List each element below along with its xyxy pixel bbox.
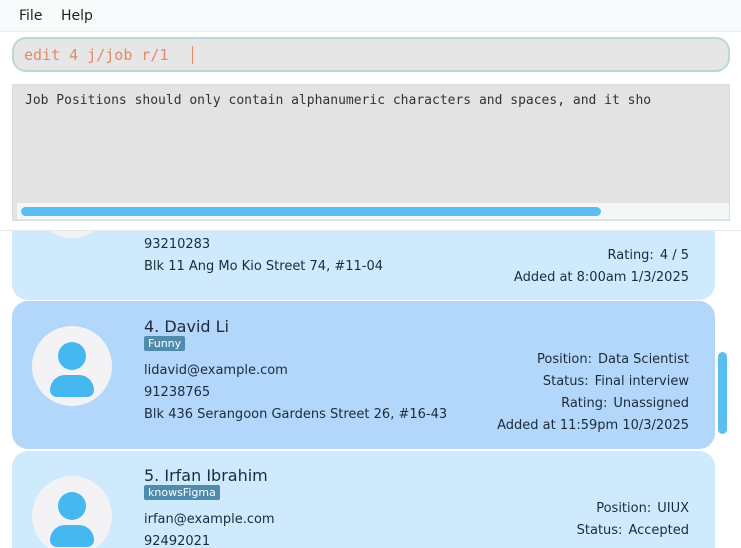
person-status: Status: Accepted — [577, 523, 689, 538]
person-address: Blk 11 Ang Mo Kio Street 74, #11-04 — [144, 259, 384, 274]
position-label: Position: — [596, 501, 652, 516]
person-tag: knowsFigma — [144, 485, 220, 500]
menu-bar: File Help — [0, 0, 741, 32]
command-input[interactable] — [24, 45, 714, 65]
person-rating: Rating: 4 / 5 — [608, 248, 689, 263]
person-tag: Funny — [144, 336, 186, 351]
position-value: Data Scientist — [598, 352, 689, 367]
rating-value: Unassigned — [613, 396, 689, 411]
person-added: Added at 11:59pm 10/3/2025 — [497, 418, 689, 433]
person-email: irfan@example.com — [144, 512, 275, 527]
person-address: Blk 436 Serangoon Gardens Street 26, #16… — [144, 407, 448, 422]
text-caret — [192, 46, 193, 64]
avatar — [32, 231, 112, 238]
result-scroll-thumb[interactable] — [21, 207, 601, 216]
person-status: Status: Final interview — [543, 374, 689, 389]
person-card[interactable]: 93210283 Blk 11 Ang Mo Kio Street 74, #1… — [12, 231, 715, 300]
person-avatar-icon — [58, 492, 86, 520]
status-label: Status: — [542, 374, 589, 389]
person-added: Added at 8:00am 1/3/2025 — [513, 270, 689, 285]
menu-file[interactable]: File — [19, 8, 42, 24]
person-name: 4. David Li — [144, 317, 229, 336]
person-phone: 93210283 — [144, 237, 211, 252]
person-avatar-icon — [58, 342, 86, 370]
person-list: 93210283 Blk 11 Ang Mo Kio Street 74, #1… — [0, 230, 741, 548]
rating-label: Rating: — [561, 396, 608, 411]
position-label: Position: — [537, 352, 592, 367]
status-label: Status: — [576, 523, 623, 538]
menu-help[interactable]: Help — [61, 8, 93, 24]
person-rating: Rating: Unassigned — [561, 396, 689, 411]
result-display: Job Positions should only contain alphan… — [12, 84, 730, 221]
person-phone: 92492021 — [144, 534, 211, 548]
person-card-selected[interactable]: 4. David Li Funny lidavid@example.com 91… — [12, 301, 715, 449]
result-message: Job Positions should only contain alphan… — [25, 93, 652, 108]
person-card[interactable]: 5. Irfan Ibrahim knowsFigma irfan@exampl… — [12, 451, 715, 548]
list-scroll-thumb[interactable] — [718, 352, 727, 434]
rating-value: 4 / 5 — [659, 248, 689, 263]
command-box[interactable] — [12, 37, 730, 72]
status-value: Final interview — [594, 374, 689, 389]
position-value: UIUX — [657, 501, 689, 516]
avatar — [32, 326, 112, 406]
rating-label: Rating: — [607, 248, 654, 263]
status-value: Accepted — [628, 523, 689, 538]
person-position: Position: UIUX — [596, 501, 689, 516]
person-phone: 91238765 — [144, 385, 211, 400]
person-email: lidavid@example.com — [144, 363, 288, 378]
person-name: 5. Irfan Ibrahim — [144, 466, 268, 485]
person-position: Position: Data Scientist — [537, 352, 689, 367]
result-horizontal-scrollbar[interactable] — [17, 203, 729, 219]
avatar — [32, 476, 112, 548]
